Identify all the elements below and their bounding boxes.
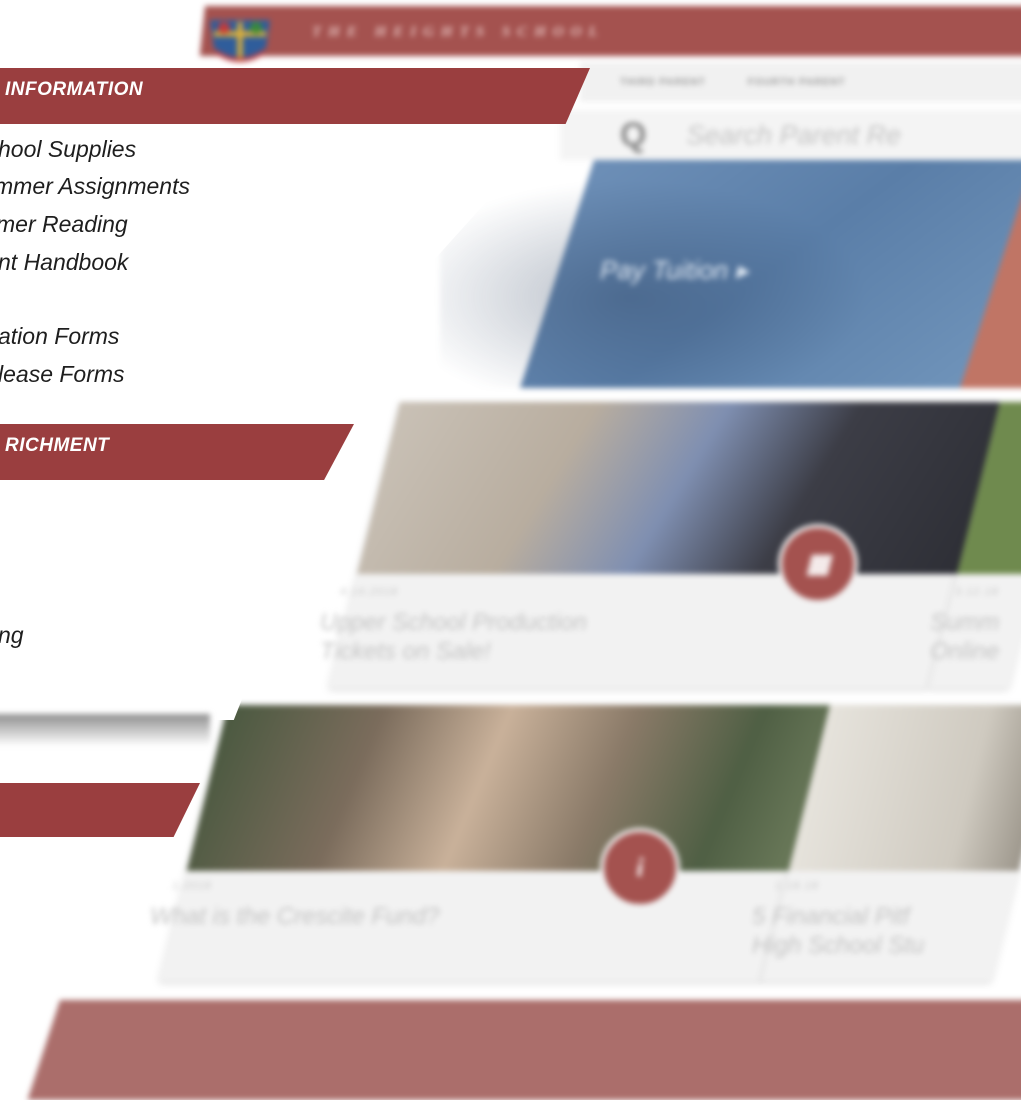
site-name: THE HEIGHTS SCHOOL: [312, 24, 605, 40]
card-title-line: Online: [930, 638, 1000, 665]
card-date: 3.12.18: [955, 586, 999, 598]
card-date: 1.2018: [172, 880, 212, 892]
information-section-header: INFORMATION: [0, 68, 590, 124]
third-section-header: [0, 783, 200, 837]
nav-fourth-parent[interactable]: FOURTH PARENT: [748, 77, 846, 88]
search-bar[interactable]: Q Search Parent Re: [560, 110, 1021, 160]
parent-handbook-link[interactable]: nt Handbook: [0, 249, 128, 276]
card-date: 1.18.18: [775, 880, 819, 892]
summer-assignments-link[interactable]: mmer Assignments: [0, 173, 190, 200]
top-nav: THIRD PARENT FOURTH PARENT: [580, 62, 1021, 102]
card-title-line: Summ: [930, 609, 1000, 636]
card-title[interactable]: Summ Online: [930, 608, 999, 666]
card-title-line: Tickets on Sale!: [320, 638, 491, 665]
search-input[interactable]: Search Parent Re: [686, 120, 901, 151]
enrichment-link[interactable]: ng: [0, 622, 24, 649]
news-card-photo: [357, 402, 1000, 574]
info-icon: i: [600, 828, 680, 908]
card-title[interactable]: Upper School Production Tickets on Sale!: [320, 608, 587, 666]
calendar-icon: ▦: [778, 524, 858, 604]
card-title-line: 5 Financial Pitf: [752, 903, 910, 930]
nav-third-parent[interactable]: THIRD PARENT: [620, 77, 706, 88]
school-crest-logo: [210, 20, 270, 62]
news-card-photo: [788, 705, 1021, 871]
search-icon[interactable]: Q: [620, 118, 646, 152]
pay-tuition-link[interactable]: Pay Tuition ▸: [600, 255, 748, 286]
card-title-line: High School Stu: [752, 932, 925, 959]
medication-forms-link[interactable]: ation Forms: [0, 323, 119, 350]
footer-band: [27, 1000, 1021, 1100]
card-title[interactable]: What is the Crescite Fund?: [150, 902, 439, 931]
panel-drop-shadow: [0, 714, 210, 746]
card-title[interactable]: 5 Financial Pitf High School Stu: [752, 902, 924, 960]
card-title-line: What is the Crescite Fund?: [150, 903, 440, 930]
school-supplies-link[interactable]: hool Supplies: [0, 136, 136, 163]
card-title-line: Upper School Production: [320, 609, 587, 636]
card-date: 4.14.2018: [340, 586, 398, 598]
release-forms-link[interactable]: lease Forms: [0, 361, 125, 388]
summer-reading-link[interactable]: mer Reading: [0, 211, 128, 238]
news-card-photo: [186, 705, 833, 871]
enrichment-section-header: RICHMENT: [0, 424, 354, 480]
news-card[interactable]: [159, 705, 833, 981]
